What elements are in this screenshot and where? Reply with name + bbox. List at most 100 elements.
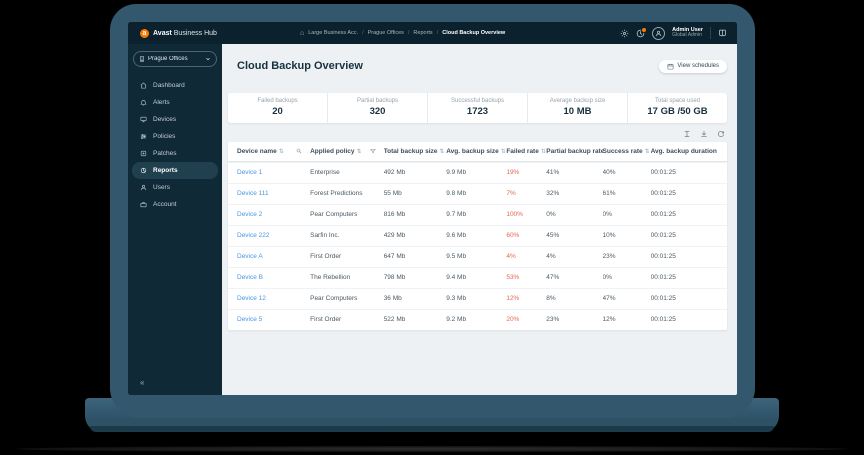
sidebar-nav: Dashboard Alerts Devices Policies <box>128 77 222 213</box>
stat-label: Successful backups <box>451 98 504 104</box>
total-size-cell: 36 Mb <box>384 295 447 302</box>
sidebar-item-dashboard[interactable]: Dashboard <box>132 77 218 94</box>
filter-icon[interactable] <box>370 148 376 154</box>
column-label: Failed rate <box>506 148 539 155</box>
view-schedules-button[interactable]: View schedules <box>659 60 727 73</box>
column-header-success-rate[interactable]: Success rate ⇅ <box>603 148 651 155</box>
notification-dot <box>641 27 647 33</box>
sidebar-item-account[interactable]: Account <box>132 196 218 213</box>
success-rate-cell: 47% <box>603 295 651 302</box>
column-header-failed-rate[interactable]: Failed rate ⇅ <box>506 148 546 155</box>
sort-icon: ⇅ <box>501 148 506 155</box>
breadcrumb-item-reports[interactable]: Reports <box>413 30 432 36</box>
sidebar-item-devices[interactable]: Devices <box>132 111 218 128</box>
avg-size-cell: 9.2 Mb <box>446 316 506 323</box>
user-info[interactable]: Admin User Global Admin <box>672 27 703 39</box>
total-size-cell: 492 Mb <box>384 169 447 176</box>
sidebar-item-policies[interactable]: Policies <box>132 128 218 145</box>
policy-cell: Pear Computers <box>310 295 384 302</box>
stat-label: Partial backups <box>357 98 398 104</box>
column-header-avg-backup-size[interactable]: Avg. backup size ⇅ <box>446 148 506 155</box>
column-header-total-backup-size[interactable]: Total backup size ⇅ <box>384 148 447 155</box>
device-link[interactable]: Device 111 <box>237 190 310 197</box>
device-link[interactable]: Device 5 <box>237 316 310 323</box>
briefcase-icon <box>140 201 147 208</box>
column-header-partial-backup-rate[interactable]: Partial backup rate ⇅ <box>546 148 602 155</box>
main-content: Cloud Backup Overview View schedules Fai… <box>222 44 737 395</box>
download-icon[interactable] <box>700 130 708 138</box>
partial-rate-cell: 4% <box>546 253 602 260</box>
sidebar-item-users[interactable]: Users <box>132 179 218 196</box>
page-header: Cloud Backup Overview View schedules <box>237 53 727 80</box>
stat-label: Failed backups <box>257 98 297 104</box>
total-size-cell: 647 Mb <box>384 253 447 260</box>
partial-rate-cell: 47% <box>546 274 602 281</box>
device-link[interactable]: Device 2 <box>237 211 310 218</box>
sort-icon: ⇅ <box>645 148 650 155</box>
sidebar-item-alerts[interactable]: Alerts <box>132 94 218 111</box>
stats-bar: Failed backups 20 Partial backups 320 Su… <box>228 93 727 123</box>
policy-cell: The Rebellion <box>310 274 384 281</box>
chevron-down-icon <box>205 56 211 62</box>
success-rate-cell: 40% <box>603 169 651 176</box>
sidebar-item-label: Policies <box>153 133 175 140</box>
failed-rate-cell: 4% <box>506 253 546 260</box>
device-link[interactable]: Device 222 <box>237 232 310 239</box>
column-header-avg-backup-duration[interactable]: Avg. backup duration ⇅ <box>651 148 718 155</box>
columns-icon[interactable] <box>683 130 691 138</box>
duration-cell: 00:01:25 <box>651 253 718 260</box>
org-selector-label: Prague Offices <box>148 56 202 62</box>
failed-rate-cell: 19% <box>506 169 546 176</box>
sidebar-collapse-button[interactable]: « <box>140 378 144 387</box>
home-icon[interactable]: ⌂ <box>300 30 304 37</box>
column-label: Partial backup rate <box>546 148 602 155</box>
breadcrumb-item-account[interactable]: Large Business Acc. <box>308 30 358 36</box>
sidebar-item-label: Dashboard <box>153 82 185 89</box>
table-row: Device 2 Pear Computers 816 Mb 9.7 Mb 10… <box>228 204 727 225</box>
topbar: a Avast Business Hub ⌂ Large Business Ac… <box>128 22 737 44</box>
avg-size-cell: 9.3 Mb <box>446 295 506 302</box>
user-icon <box>140 184 147 191</box>
device-link[interactable]: Device A <box>237 253 310 260</box>
sort-icon: ⇅ <box>439 148 444 155</box>
duration-cell: 00:01:25 <box>651 274 718 281</box>
app-screen: a Avast Business Hub ⌂ Large Business Ac… <box>128 22 737 395</box>
column-header-applied-policy[interactable]: Applied policy ⇅ <box>310 148 384 155</box>
stat-label: Total space used <box>655 98 700 104</box>
breadcrumb-item-site[interactable]: Prague Offices <box>368 30 404 36</box>
breadcrumb-separator: / <box>408 30 410 36</box>
sidebar-item-reports[interactable]: Reports <box>132 162 218 179</box>
refresh-icon[interactable] <box>717 130 725 138</box>
total-size-cell: 55 Mb <box>384 190 447 197</box>
stat-successful-backups: Successful backups 1723 <box>428 93 528 123</box>
stat-value: 17 GB /50 GB <box>647 106 707 117</box>
duration-cell: 00:01:25 <box>651 295 718 302</box>
console-switcher-icon[interactable] <box>718 29 727 38</box>
avast-logo-icon: a <box>140 29 149 38</box>
success-rate-cell: 61% <box>603 190 651 197</box>
sidebar-item-label: Alerts <box>153 99 170 106</box>
sliders-icon <box>140 133 147 140</box>
device-link[interactable]: Device 1 <box>237 169 310 176</box>
column-header-device-name[interactable]: Device name ⇅ <box>237 148 310 155</box>
device-link[interactable]: Device B <box>237 274 310 281</box>
breadcrumb-separator: / <box>437 30 439 36</box>
org-selector[interactable]: Prague Offices <box>133 51 217 67</box>
notifications-icon[interactable] <box>636 29 645 38</box>
bell-icon <box>140 99 147 106</box>
column-label: Avg. backup duration <box>651 148 717 155</box>
device-link[interactable]: Device 12 <box>237 295 310 302</box>
avg-size-cell: 9.6 Mb <box>446 232 506 239</box>
failed-rate-cell: 60% <box>506 232 546 239</box>
laptop-mockup: a Avast Business Hub ⌂ Large Business Ac… <box>0 0 864 455</box>
avatar[interactable] <box>652 27 665 40</box>
policy-cell: Enterprise <box>310 169 384 176</box>
duration-cell: 00:01:25 <box>651 169 718 176</box>
table-header-row: Device name ⇅ Applied policy ⇅ Total bac… <box>228 142 727 162</box>
search-icon[interactable] <box>296 148 302 154</box>
sidebar-item-patches[interactable]: Patches <box>132 145 218 162</box>
table-row: Device A First Order 647 Mb 9.5 Mb 4% 4%… <box>228 246 727 267</box>
settings-gear-icon[interactable] <box>620 29 629 38</box>
stat-value: 20 <box>272 106 283 117</box>
total-size-cell: 798 Mb <box>384 274 447 281</box>
